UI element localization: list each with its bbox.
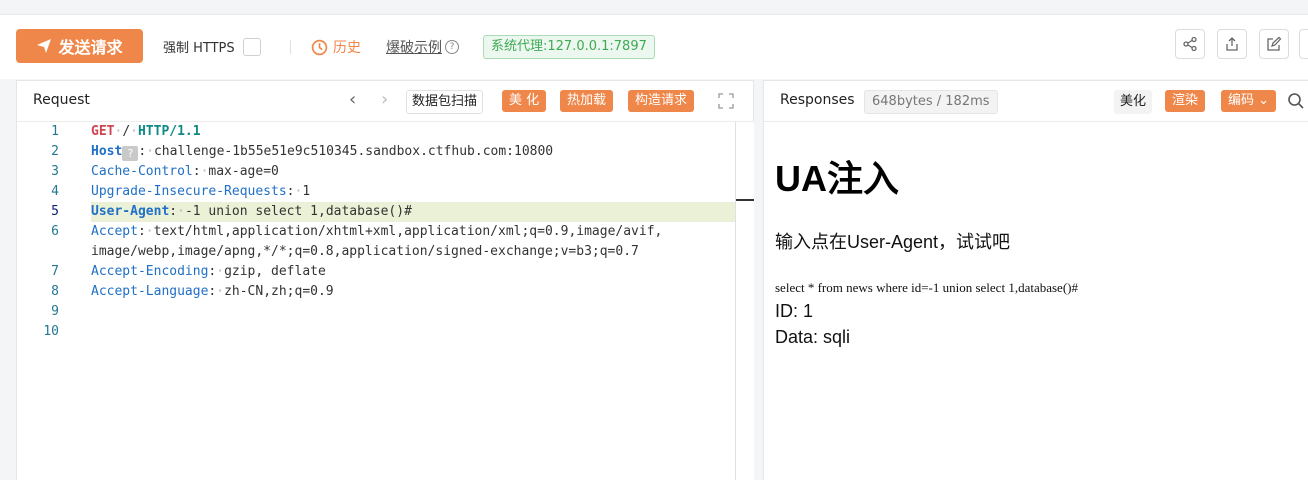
brute-example-link[interactable]: 爆破示例 ? — [386, 37, 459, 57]
code-line-active: User-Agent:·-1 union select 1,database()… — [91, 202, 753, 222]
code-line: GET·/·HTTP/1.1 — [91, 124, 201, 139]
code-line: Host?:·challenge-1b55e51e9c510345.sandbo… — [91, 144, 554, 161]
overflow-button[interactable] — [1299, 29, 1308, 59]
request-editor[interactable]: 1 2 3 4 5 6 7 8 9 10 GET·/·HTTP/1.1 Host… — [17, 122, 753, 480]
code-line: Upgrade-Insecure-Requests:·1 — [91, 184, 311, 199]
send-request-button[interactable]: 发送请求 — [16, 29, 143, 63]
response-title: Responses — [780, 92, 855, 108]
scrollbar-marker — [736, 199, 754, 201]
header-name: Accept — [91, 224, 138, 239]
construct-request-button[interactable]: 构造请求 — [628, 90, 695, 112]
placeholder-icon: ? — [122, 146, 139, 161]
brute-example-label: 爆破示例 — [386, 40, 442, 56]
code-line: Accept-Language:·zh-CN,zh;q=0.9 — [91, 284, 334, 299]
encoding-dropdown[interactable]: 编码 ⌄ — [1221, 90, 1277, 112]
header-name: Accept-Language — [91, 284, 209, 299]
top-strip — [0, 0, 1308, 15]
history-button[interactable]: 历史 — [311, 37, 361, 57]
response-sql: select * from news where id=-1 union sel… — [775, 280, 1078, 295]
code-line: Accept-Encoding:·gzip, deflate — [91, 264, 326, 279]
help-icon: ? — [445, 40, 459, 54]
request-path: / — [122, 124, 131, 139]
response-beautify-button[interactable]: 美化 — [1114, 90, 1153, 114]
toolbar: 发送请求 强制 HTTPS 历史 爆破示例 ? 系统代理:127.0.0.1:7… — [0, 15, 1308, 79]
response-heading: UA注入 — [775, 158, 899, 199]
http-method: GET — [91, 124, 115, 139]
header-name: Cache-Control — [91, 164, 193, 179]
code-line: Accept:·text/html,application/xhtml+xml,… — [91, 224, 663, 239]
packet-scan-button[interactable]: 数据包扫描 — [406, 90, 484, 114]
header-value: challenge-1b55e51e9c510345.sandbox.ctfhu… — [153, 144, 554, 159]
response-data: Data: sqli — [775, 327, 851, 347]
header-value: gzip, deflate — [224, 264, 326, 279]
beautify-button[interactable]: 美 化 — [502, 90, 547, 112]
line-number: 10 — [43, 324, 59, 339]
response-header: Responses 648bytes / 182ms 美化 渲染 编码 ⌄ — [764, 81, 1308, 122]
clock-icon — [311, 39, 328, 55]
header-name: Accept-Encoding — [91, 264, 209, 279]
system-proxy-badge[interactable]: 系统代理:127.0.0.1:7897 — [483, 35, 655, 59]
force-https-toggle[interactable]: 强制 HTTPS — [163, 37, 261, 56]
line-number: 1 — [51, 124, 59, 139]
http-protocol: HTTP/1.1 — [137, 124, 201, 139]
edit-button[interactable] — [1259, 29, 1289, 59]
request-title: Request — [33, 92, 90, 108]
response-prompt: 输入点在User-Agent，试试吧 — [775, 232, 1011, 252]
export-icon — [1226, 37, 1238, 51]
request-code[interactable]: GET·/·HTTP/1.1 Host?:·challenge-1b55e51e… — [91, 122, 753, 342]
send-icon — [37, 39, 52, 53]
header-value: text/html,application/xhtml+xml,applicat… — [153, 224, 663, 239]
share-button[interactable] — [1175, 29, 1205, 59]
edit-icon — [1267, 36, 1282, 51]
response-size-badge: 648bytes / 182ms — [864, 90, 998, 114]
divider — [290, 40, 291, 54]
header-value: image/webp,image/apng,*/*;q=0.8,applicat… — [91, 244, 639, 259]
header-value: zh-CN,zh;q=0.9 — [224, 284, 334, 299]
line-number: 9 — [51, 304, 59, 319]
line-number: 3 — [51, 164, 59, 179]
header-value: -1 union select 1,database()# — [184, 204, 412, 219]
expand-icon[interactable] — [718, 93, 734, 109]
request-panel: Request ‹ › 数据包扫描 美 化 热加载 构造请求 1 2 3 4 5… — [16, 80, 754, 480]
hot-load-button[interactable]: 热加载 — [560, 90, 614, 112]
send-request-label: 发送请求 — [58, 38, 123, 57]
header-value: 1 — [302, 184, 311, 199]
line-number-gutter: 1 2 3 4 5 6 7 8 9 10 — [17, 122, 79, 342]
line-number: 2 — [51, 144, 59, 159]
response-id: ID: 1 — [775, 301, 814, 321]
export-button[interactable] — [1217, 29, 1247, 59]
code-line-wrapped: image/webp,image/apng,*/*;q=0.8,applicat… — [91, 242, 753, 262]
render-button[interactable]: 渲染 — [1165, 90, 1206, 112]
line-number — [17, 242, 59, 262]
header-value: max-age=0 — [208, 164, 279, 179]
search-icon[interactable] — [1286, 91, 1306, 111]
chevron-left-icon[interactable]: ‹ — [349, 91, 356, 109]
line-number: 8 — [51, 284, 59, 299]
force-https-checkbox[interactable] — [242, 37, 261, 56]
encoding-label: 编码 — [1228, 93, 1255, 108]
line-number: 4 — [51, 184, 59, 199]
chevron-down-icon: ⌄ — [1258, 93, 1270, 108]
header-name: User-Agent — [91, 204, 170, 219]
request-header: Request ‹ › 数据包扫描 美 化 热加载 构造请求 — [17, 81, 753, 122]
line-number: 5 — [51, 204, 59, 219]
code-line: Cache-Control:·max-age=0 — [91, 164, 279, 179]
force-https-label: 强制 HTTPS — [163, 41, 235, 56]
share-icon — [1183, 36, 1197, 52]
editor-scrollbar[interactable] — [735, 122, 754, 480]
response-panel: Responses 648bytes / 182ms 美化 渲染 编码 ⌄ UA… — [763, 80, 1308, 480]
history-label: 历史 — [333, 40, 361, 56]
rendered-response: UA注入 输入点在User-Agent，试试吧 select * from ne… — [764, 122, 1308, 480]
header-name: Upgrade-Insecure-Requests — [91, 184, 287, 199]
line-number: 7 — [51, 264, 59, 279]
line-number: 6 — [51, 224, 59, 239]
header-name: Host — [91, 144, 123, 159]
chevron-right-icon[interactable]: › — [381, 91, 388, 109]
